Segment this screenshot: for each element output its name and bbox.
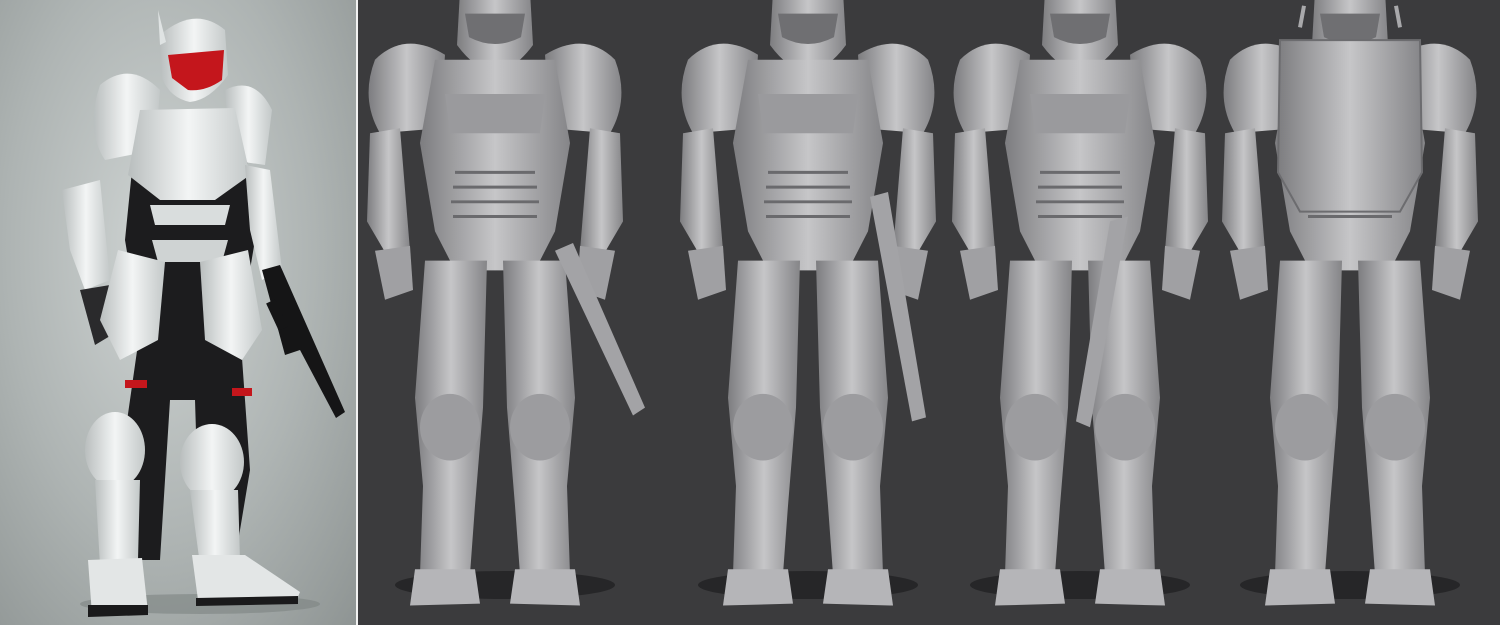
character-turnaround-sheet — [0, 0, 1500, 625]
sculpt-view-back — [1220, 0, 1480, 608]
sculpt-figures — [365, 0, 1480, 608]
sculpt-view-three-quarter-left — [365, 0, 645, 608]
sculpt-view-front — [678, 0, 938, 608]
sculpt-view-three-quarter-right — [950, 0, 1210, 608]
